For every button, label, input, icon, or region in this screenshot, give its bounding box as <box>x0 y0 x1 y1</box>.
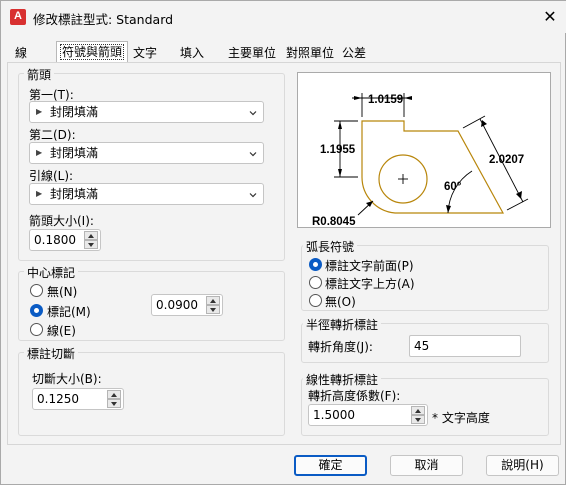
first-arrow-select[interactable]: ▶ 封閉填滿 <box>29 101 264 123</box>
preview-pane: 1.0159 1.1955 2.0207 60° R0.8045 <box>297 72 551 228</box>
center-none-label: 無(N) <box>47 285 78 299</box>
jog-factor-spinner[interactable]: 1.5000 <box>308 404 428 426</box>
arrow-size-spinner[interactable]: 0.1800 <box>29 229 101 251</box>
arrowheads-group-label: 箭頭 <box>24 66 55 83</box>
jog-angle-input[interactable]: 45 <box>409 335 521 357</box>
radius-jog-group-label: 半徑轉折標註 <box>303 316 382 333</box>
jog-factor-value: 1.5000 <box>313 408 355 422</box>
first-arrow-value: 封閉填滿 <box>50 105 99 119</box>
tab-symbols-arrows-label: 符號與箭頭 <box>59 44 125 60</box>
break-size-value: 0.1250 <box>37 392 79 406</box>
jog-factor-label: 轉折高度係數(F): <box>308 389 401 403</box>
tab-alternate-units[interactable]: 對照單位 <box>282 43 338 63</box>
arc-none-label: 無(O) <box>325 295 356 309</box>
tab-primary-units[interactable]: 主要單位 <box>224 43 280 63</box>
arrow-filled-icon: ▶ <box>36 107 43 116</box>
center-mark-radio[interactable] <box>30 304 43 317</box>
arc-above-radio[interactable] <box>309 276 322 289</box>
break-size-label: 切斷大小(B): <box>32 372 102 386</box>
spinner-buttons <box>206 296 220 314</box>
spin-down-icon[interactable] <box>206 305 220 314</box>
tab-text[interactable]: 文字 <box>129 43 161 63</box>
arc-length-group-label: 弧長符號 <box>303 238 358 255</box>
center-none-radio[interactable] <box>30 284 43 297</box>
close-icon[interactable]: ✕ <box>539 7 561 27</box>
tab-lines[interactable]: 線 <box>11 43 31 63</box>
help-button[interactable]: 說明(H) <box>486 455 559 476</box>
center-mark-label: 標記(M) <box>47 305 91 319</box>
preview-radius: R0.8045 <box>312 216 356 228</box>
preview-dim-right: 2.0207 <box>489 154 524 166</box>
arrow-size-label: 箭頭大小(I): <box>29 214 94 228</box>
jog-factor-suffix: * 文字高度 <box>432 411 490 425</box>
spin-down-icon[interactable] <box>411 415 425 424</box>
linear-jog-group-label: 線性轉折標註 <box>303 371 382 388</box>
chevron-down-icon <box>249 152 257 157</box>
center-line-radio[interactable] <box>30 323 43 336</box>
spin-up-icon[interactable] <box>107 390 121 399</box>
dimension-preview-drawing: 1.0159 1.1955 2.0207 60° R0.8045 <box>312 93 529 228</box>
chevron-down-icon <box>249 111 257 116</box>
preview-dim-top: 1.0159 <box>368 94 403 106</box>
cancel-button[interactable]: 取消 <box>390 455 463 476</box>
arrow-size-value: 0.1800 <box>34 233 76 247</box>
dim-break-group-label: 標註切斷 <box>24 345 79 362</box>
spinner-buttons <box>84 231 98 249</box>
arc-above-label: 標註文字上方(A) <box>325 277 415 291</box>
preview-angle: 60° <box>444 181 462 193</box>
ok-button[interactable]: 確定 <box>294 455 367 476</box>
arc-before-label: 標註文字前面(P) <box>325 259 414 273</box>
second-arrow-label: 第二(D): <box>29 128 76 142</box>
center-marks-group-label: 中心標記 <box>24 264 79 281</box>
spin-up-icon[interactable] <box>206 296 220 305</box>
center-size-spinner[interactable]: 0.0900 <box>151 294 223 316</box>
leader-arrow-select[interactable]: ▶ 封閉填滿 <box>29 183 264 205</box>
dialog-window: A 修改標註型式: Standard ✕ 線 符號與箭頭 文字 填入 主要單位 … <box>0 0 566 485</box>
arrow-filled-icon: ▶ <box>36 148 43 157</box>
center-line-label: 線(E) <box>47 324 76 338</box>
jog-angle-value: 45 <box>414 339 430 353</box>
spinner-buttons <box>411 406 425 424</box>
tab-fit[interactable]: 填入 <box>176 43 208 63</box>
jog-angle-label: 轉折角度(J): <box>308 340 373 354</box>
spin-up-icon[interactable] <box>84 231 98 240</box>
leader-arrow-value: 封閉填滿 <box>50 187 99 201</box>
center-size-value: 0.0900 <box>156 298 198 312</box>
chevron-down-icon <box>249 193 257 198</box>
title-bar: A 修改標註型式: Standard ✕ <box>1 1 566 33</box>
second-arrow-value: 封閉填滿 <box>50 146 99 160</box>
preview-dim-left: 1.1955 <box>320 144 356 156</box>
spinner-buttons <box>107 390 121 408</box>
arrow-filled-icon: ▶ <box>36 189 43 198</box>
spin-up-icon[interactable] <box>411 406 425 415</box>
tab-symbols-arrows[interactable]: 符號與箭頭 <box>56 41 129 63</box>
arc-none-radio[interactable] <box>309 294 322 307</box>
dialog-title: 修改標註型式: Standard <box>33 12 174 27</box>
spin-down-icon[interactable] <box>84 240 98 249</box>
second-arrow-select[interactable]: ▶ 封閉填滿 <box>29 142 264 164</box>
break-size-spinner[interactable]: 0.1250 <box>32 388 124 410</box>
tab-tolerances[interactable]: 公差 <box>338 43 370 63</box>
spin-down-icon[interactable] <box>107 399 121 408</box>
arc-before-radio[interactable] <box>309 258 322 271</box>
leader-arrow-label: 引線(L): <box>29 169 74 183</box>
autocad-icon: A <box>10 9 26 25</box>
